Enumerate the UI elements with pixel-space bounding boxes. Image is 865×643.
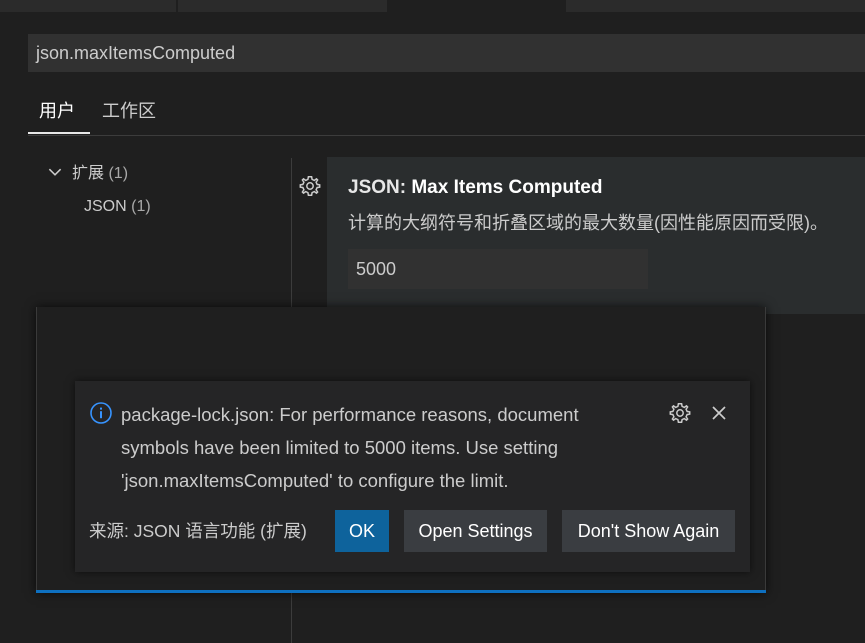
settings-scope-tabs: 用户 工作区 [28,92,865,136]
toc-item-label: JSON [84,198,127,215]
chevron-down-icon [48,168,62,176]
notification-source: 来源: JSON 语言功能 (扩展) [89,521,307,541]
progress-bar [36,590,766,593]
close-icon[interactable] [708,402,730,424]
notification-message: package-lock.json: For performance reaso… [121,404,579,491]
setting-description: 计算的大纲符号和折叠区域的最大数量(因性能原因而受限)。 [348,213,828,233]
toc-item-count: (1) [131,198,151,215]
tab-user[interactable]: 用户 [28,92,90,134]
scope-divider [28,135,865,136]
editor-tab[interactable] [0,0,176,12]
toc-item-extensions[interactable]: 扩展 (1) [46,160,128,188]
tab-workspace[interactable]: 工作区 [102,92,156,134]
editor-tab-strip [0,0,865,12]
editor-tab[interactable] [566,0,865,12]
settings-search-input[interactable]: json.maxItemsComputed [28,34,865,72]
setting-value-input[interactable]: 5000 [348,249,648,289]
gear-icon[interactable] [668,401,692,425]
setting-category: JSON: [348,177,412,198]
toc-item-json[interactable]: JSON (1) [84,193,151,221]
ok-button[interactable]: OK [335,510,389,552]
editor-tab[interactable] [178,0,387,12]
open-settings-button[interactable]: Open Settings [404,510,547,552]
setting-name: Max Items Computed [411,177,603,198]
info-icon [90,402,112,424]
gear-icon[interactable] [298,174,322,198]
setting-title: JSON: Max Items Computed [348,177,602,199]
dont-show-again-button[interactable]: Don't Show Again [562,510,735,552]
toc-item-count: (1) [108,165,129,182]
toc-item-label: 扩展 [72,165,105,182]
